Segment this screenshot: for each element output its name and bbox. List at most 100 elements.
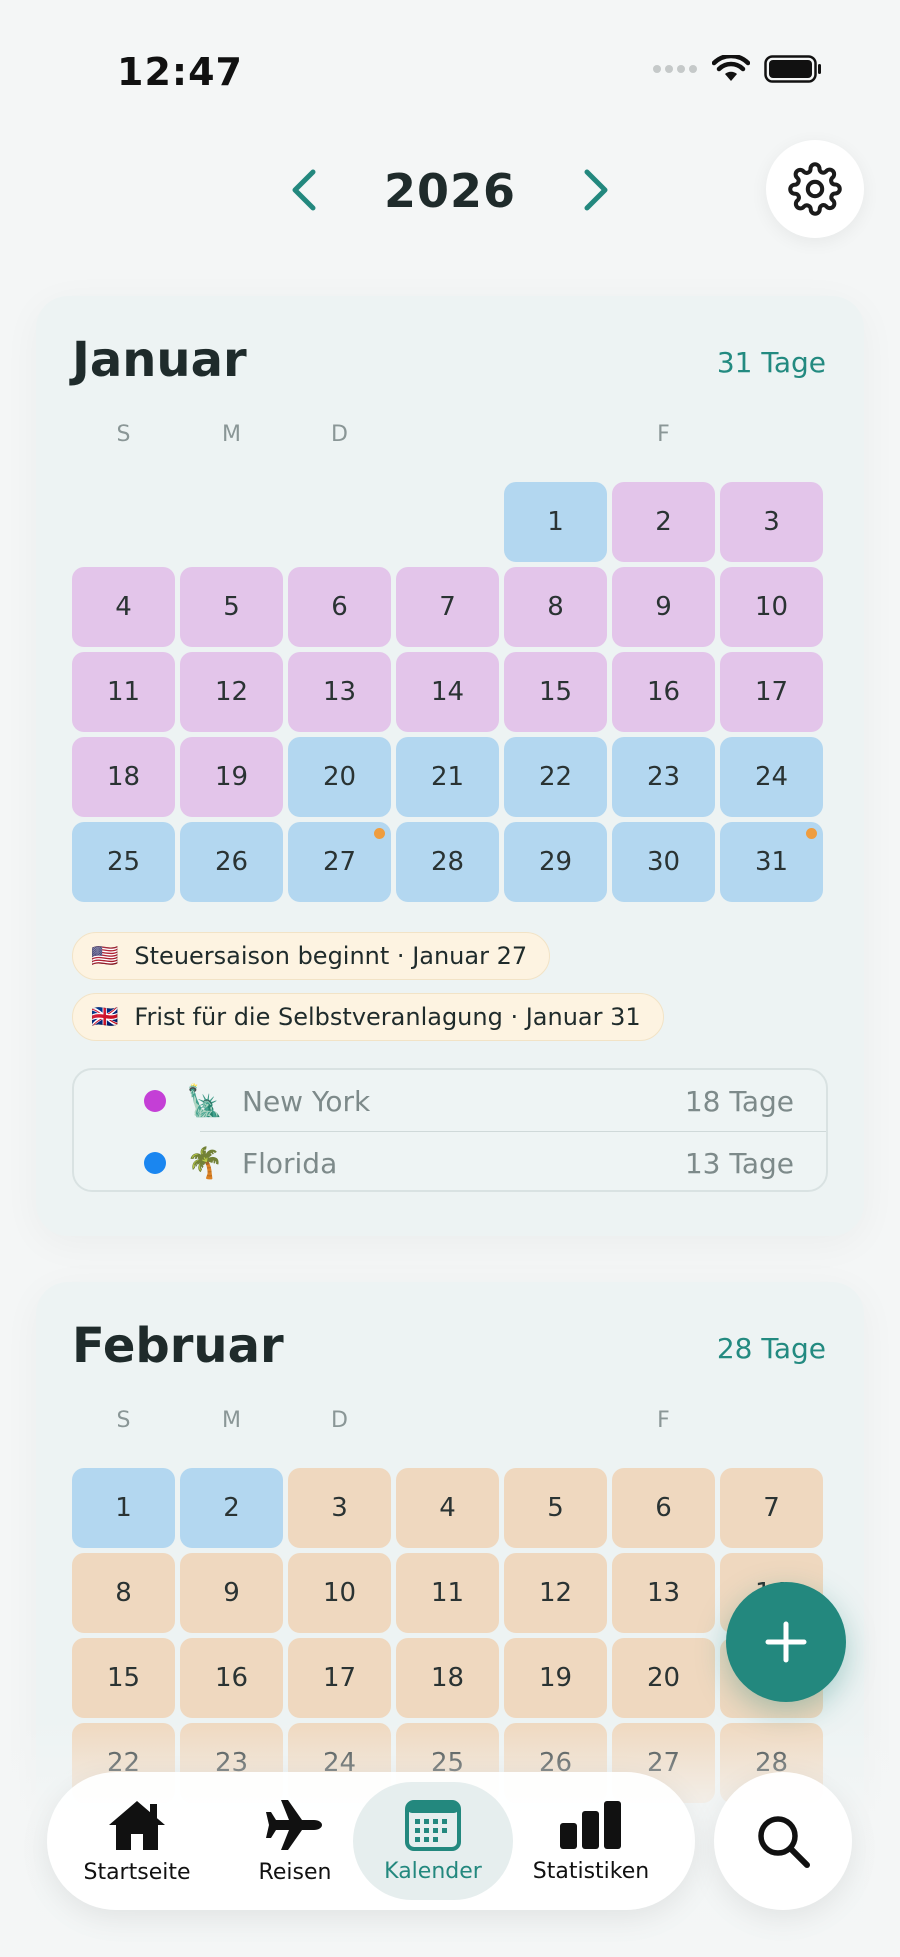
day-cell[interactable]: 24 xyxy=(720,737,823,817)
wifi-icon xyxy=(712,55,750,81)
day-cell[interactable]: 6 xyxy=(288,567,391,647)
day-cell[interactable]: 14 xyxy=(396,652,499,732)
settings-button[interactable] xyxy=(766,140,864,238)
day-cell[interactable]: 9 xyxy=(612,567,715,647)
airplane-icon xyxy=(266,1799,322,1850)
day-cell[interactable]: 2 xyxy=(180,1468,283,1548)
day-cell[interactable]: 15 xyxy=(72,1638,175,1718)
day-cell[interactable]: 12 xyxy=(504,1553,607,1633)
day-cell[interactable]: 16 xyxy=(612,652,715,732)
day-cell[interactable]: 8 xyxy=(504,567,607,647)
day-cell[interactable]: 26 xyxy=(180,822,283,902)
day-number: 29 xyxy=(538,847,573,877)
day-cell[interactable]: 10 xyxy=(288,1553,391,1633)
day-number: 20 xyxy=(646,1663,681,1693)
day-cell[interactable]: 25 xyxy=(72,822,175,902)
day-cell[interactable]: 13 xyxy=(612,1553,715,1633)
day-cell[interactable]: 21 xyxy=(396,737,499,817)
day-cell[interactable]: 19 xyxy=(504,1638,607,1718)
day-cell[interactable]: 20 xyxy=(612,1638,715,1718)
tab-reisen[interactable]: Reisen xyxy=(215,1782,375,1900)
day-number: 10 xyxy=(754,592,789,622)
day-cell[interactable]: 1 xyxy=(72,1468,175,1548)
day-number: 26 xyxy=(214,847,249,877)
tab-kalender[interactable]: Kalender xyxy=(353,1782,513,1900)
day-number: 15 xyxy=(538,677,573,707)
month-day-count: 28 Tage xyxy=(716,1332,826,1365)
month-title: Februar xyxy=(72,1318,284,1374)
weekday-label: D xyxy=(331,422,348,447)
day-number: 7 xyxy=(439,592,456,622)
day-number: 23 xyxy=(646,762,681,792)
day-cell[interactable]: 2 xyxy=(612,482,715,562)
day-cell[interactable]: 17 xyxy=(288,1638,391,1718)
status-bar: 12:47 xyxy=(0,0,900,110)
day-number: 27 xyxy=(322,847,357,877)
location-color-dot xyxy=(144,1152,166,1174)
day-number: 13 xyxy=(322,677,357,707)
search-icon xyxy=(758,1816,810,1868)
day-number: 1 xyxy=(115,1493,132,1523)
weekday-label: D xyxy=(331,1408,348,1433)
day-cell[interactable]: 9 xyxy=(180,1553,283,1633)
day-cell[interactable]: 6 xyxy=(612,1468,715,1548)
day-cell[interactable]: 30 xyxy=(612,822,715,902)
event-chip[interactable]: 🇺🇸 Steuersaison beginnt · Januar 27 xyxy=(72,932,551,980)
day-cell[interactable]: 1 xyxy=(504,482,607,562)
day-number: 31 xyxy=(754,847,789,877)
house-icon xyxy=(109,1800,165,1850)
day-cell[interactable]: 18 xyxy=(396,1638,499,1718)
day-cell[interactable]: 22 xyxy=(504,737,607,817)
day-number: 19 xyxy=(214,762,249,792)
event-chip[interactable]: 🇬🇧 Frist für die Selbstveranlagung · Jan… xyxy=(72,993,664,1041)
day-cell[interactable]: 27 xyxy=(288,822,391,902)
day-number: 28 xyxy=(430,847,465,877)
month-day-count: 31 Tage xyxy=(716,346,826,379)
location-row-new-york[interactable]: 🗽 New York 18 Tage xyxy=(74,1070,830,1132)
tab-statistiken[interactable]: Statistiken xyxy=(511,1782,671,1900)
day-cell[interactable]: 23 xyxy=(612,737,715,817)
day-cell[interactable]: 18 xyxy=(72,737,175,817)
search-button[interactable] xyxy=(714,1772,852,1910)
day-cell[interactable]: 10 xyxy=(720,567,823,647)
day-cell[interactable]: 15 xyxy=(504,652,607,732)
tab-label: Startseite xyxy=(83,1859,191,1885)
day-cell[interactable]: 19 xyxy=(180,737,283,817)
day-cell[interactable]: 5 xyxy=(180,567,283,647)
day-number: 4 xyxy=(439,1493,456,1523)
day-number: 19 xyxy=(538,1663,573,1693)
day-number: 30 xyxy=(646,847,681,877)
status-icons xyxy=(652,55,822,83)
location-row-florida[interactable]: 🌴 Florida 13 Tage xyxy=(74,1132,830,1194)
cellular-signal-icon xyxy=(653,65,697,73)
day-cell[interactable]: 4 xyxy=(72,567,175,647)
day-cell[interactable]: 12 xyxy=(180,652,283,732)
day-cell[interactable]: 11 xyxy=(396,1553,499,1633)
weekday-label: S xyxy=(116,422,131,447)
plus-icon xyxy=(765,1621,807,1663)
day-cell[interactable]: 3 xyxy=(720,482,823,562)
location-name: Florida xyxy=(242,1146,338,1180)
day-number: 9 xyxy=(223,1578,240,1608)
day-cell[interactable]: 31 xyxy=(720,822,823,902)
day-cell[interactable]: 7 xyxy=(720,1468,823,1548)
tab-label: Statistiken xyxy=(532,1858,650,1884)
next-year-button[interactable] xyxy=(566,160,626,220)
day-cell[interactable]: 11 xyxy=(72,652,175,732)
location-days: 13 Tage xyxy=(684,1146,794,1180)
day-cell[interactable]: 3 xyxy=(288,1468,391,1548)
day-cell[interactable]: 7 xyxy=(396,567,499,647)
day-cell[interactable]: 5 xyxy=(504,1468,607,1548)
day-cell[interactable]: 16 xyxy=(180,1638,283,1718)
add-trip-button[interactable] xyxy=(726,1582,846,1702)
tab-startseite[interactable]: Startseite xyxy=(57,1782,217,1900)
day-cell[interactable]: 4 xyxy=(396,1468,499,1548)
day-number: 1 xyxy=(547,507,564,537)
day-cell[interactable]: 8 xyxy=(72,1553,175,1633)
day-cell[interactable]: 13 xyxy=(288,652,391,732)
day-cell[interactable]: 28 xyxy=(396,822,499,902)
day-cell[interactable]: 17 xyxy=(720,652,823,732)
day-number: 10 xyxy=(322,1578,357,1608)
day-cell[interactable]: 29 xyxy=(504,822,607,902)
day-cell[interactable]: 20 xyxy=(288,737,391,817)
